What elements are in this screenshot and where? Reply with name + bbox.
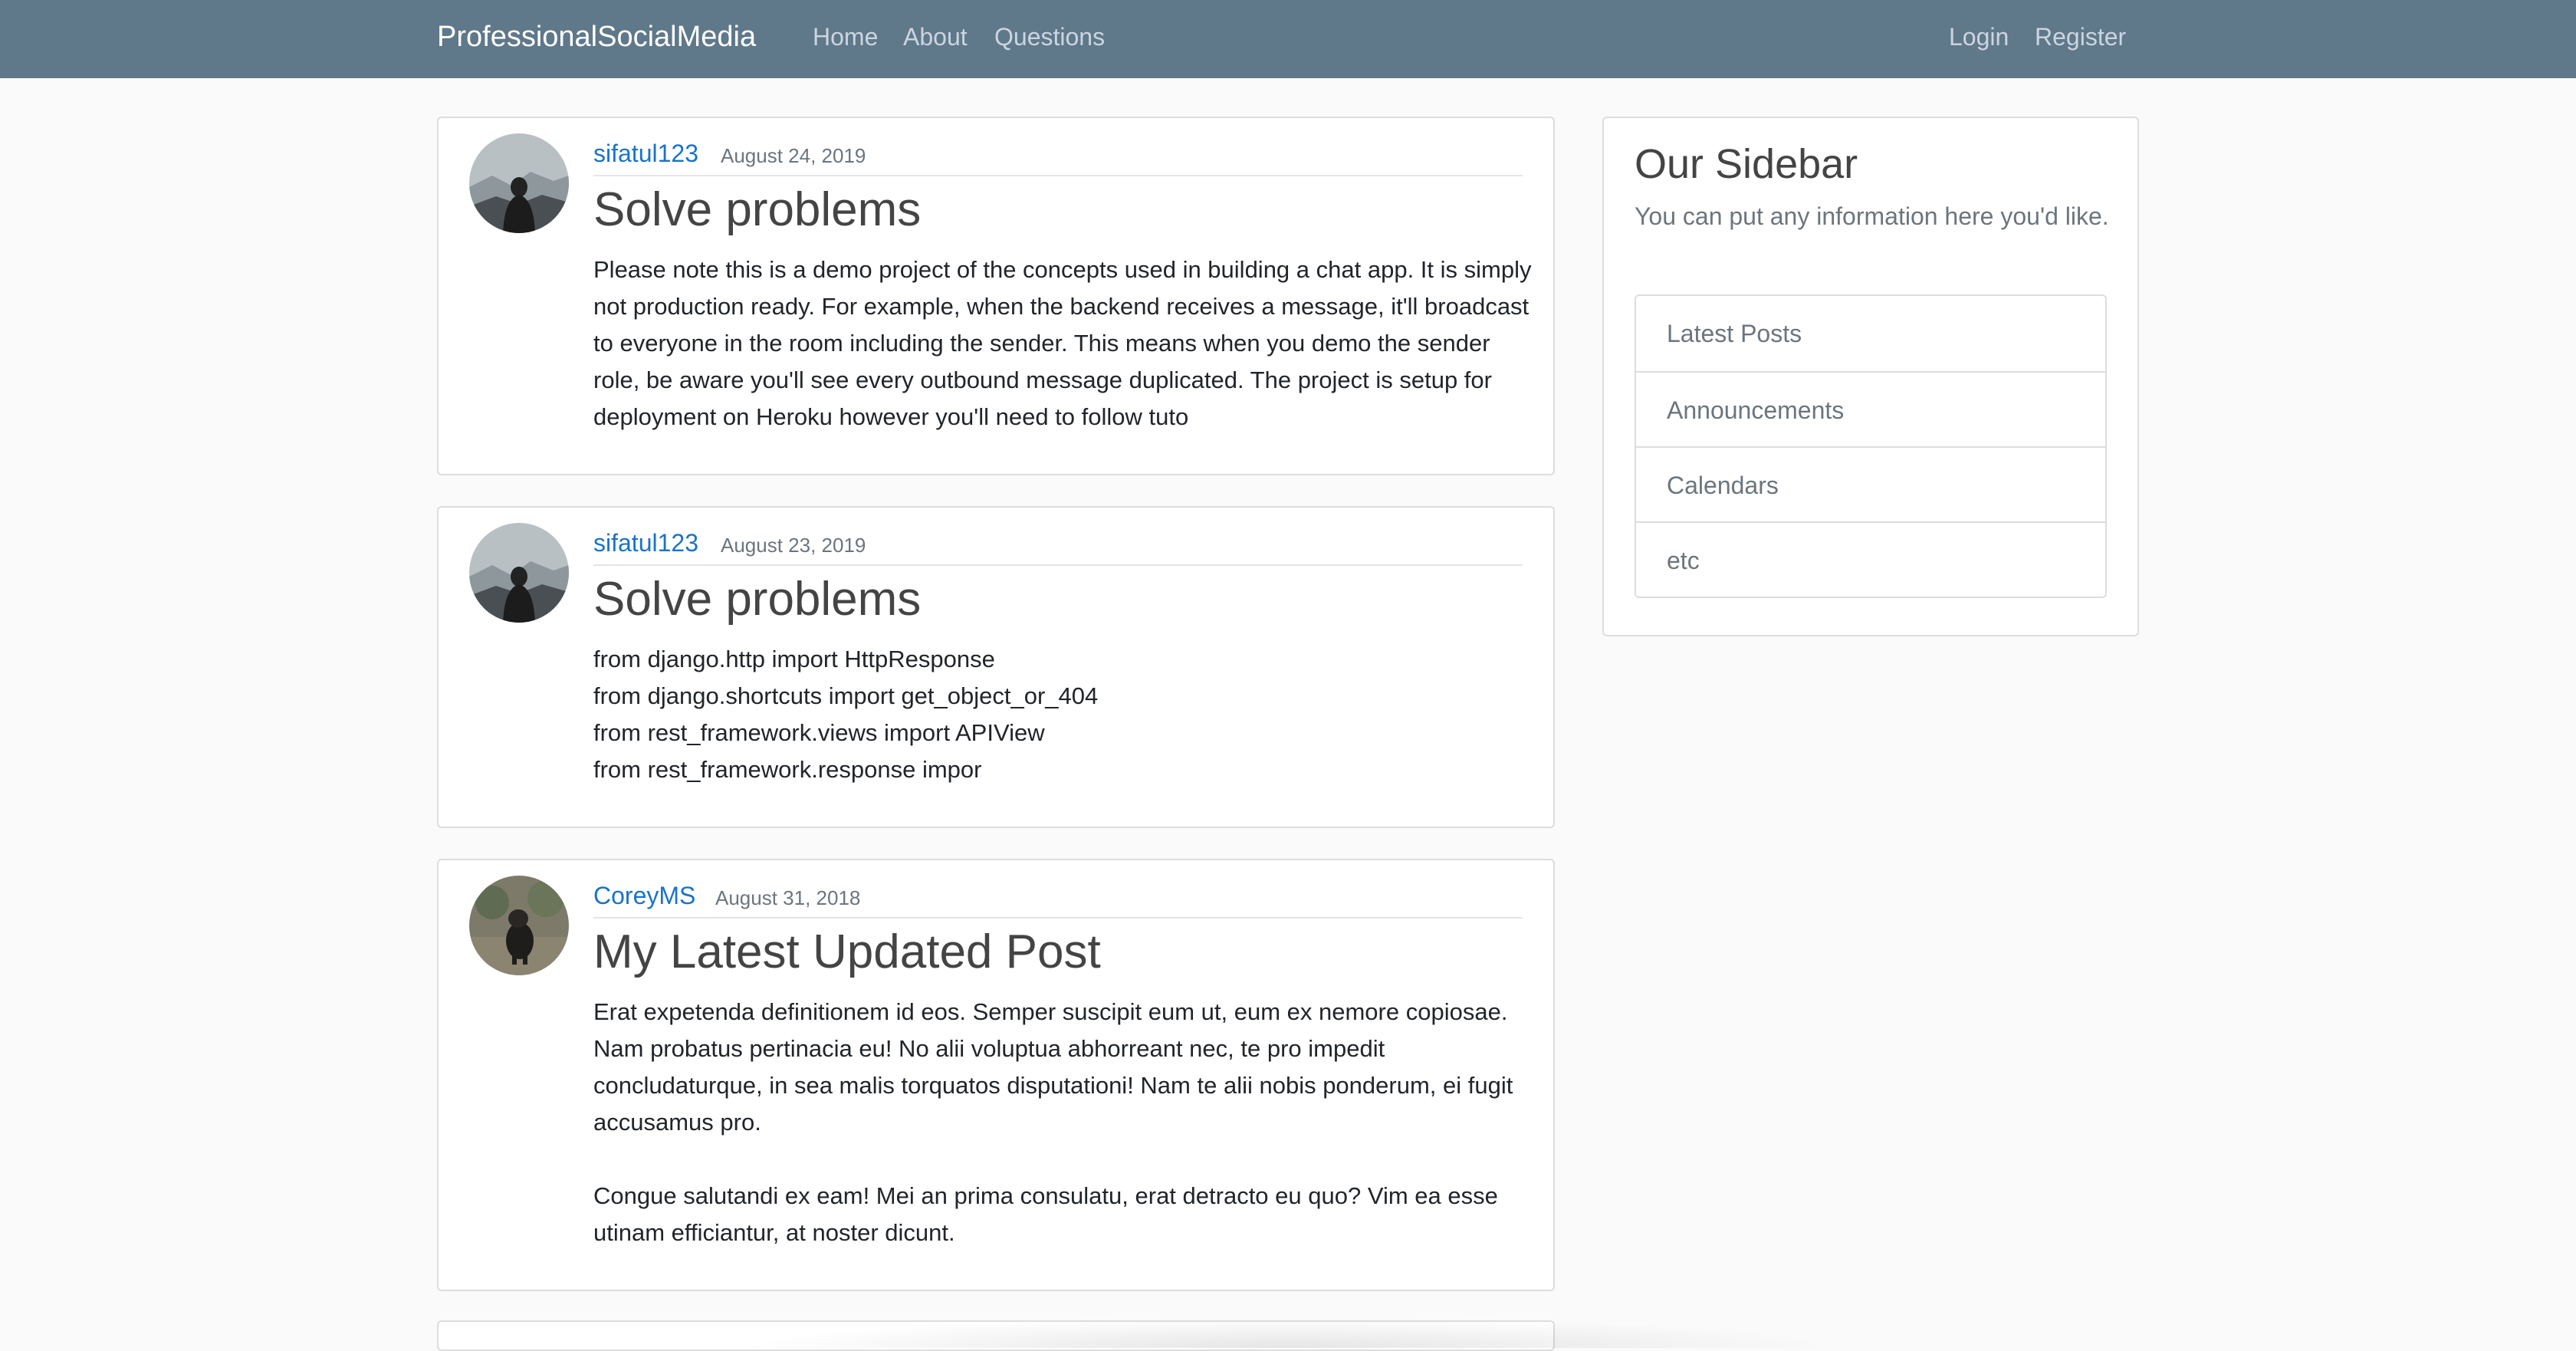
nav-link-questions[interactable]: Questions — [994, 18, 1105, 55]
author-avatar — [469, 523, 569, 623]
sidebar-item-announcements[interactable]: Announcements — [1636, 371, 2105, 446]
post-card: sifatul123 August 23, 2019 Solve problem… — [437, 506, 1555, 828]
post-meta: sifatul123 August 24, 2019 — [593, 135, 1523, 176]
post-card: CoreyMS August 31, 2018 My Latest Update… — [437, 859, 1555, 1291]
post-title[interactable]: My Latest Updated Post — [593, 923, 1101, 981]
post-author-link[interactable]: sifatul123 — [593, 138, 698, 169]
post-content: Please note this is a demo project of th… — [593, 256, 1532, 430]
sidebar-list: Latest Posts Announcements Calendars etc — [1635, 294, 2107, 598]
post-meta: CoreyMS August 31, 2018 — [593, 877, 1523, 919]
scroll-shadow — [736, 1317, 1840, 1348]
mountain-silhouette-avatar-icon — [469, 523, 569, 623]
post-date: August 23, 2019 — [721, 534, 866, 557]
sidebar: Our Sidebar You can put any information … — [1602, 117, 2139, 636]
post-meta: sifatul123 August 23, 2019 — [593, 524, 1523, 566]
post-title[interactable]: Solve problems — [593, 570, 921, 629]
sidebar-item-latest-posts[interactable]: Latest Posts — [1636, 296, 2105, 371]
mountain-silhouette-avatar-icon — [469, 133, 569, 233]
post-author-link[interactable]: CoreyMS — [593, 880, 695, 911]
sidebar-item-calendars[interactable]: Calendars — [1636, 446, 2105, 521]
top-navbar: ProfessionalSocialMedia Home About Quest… — [0, 0, 2576, 78]
sidebar-item-etc[interactable]: etc — [1636, 521, 2105, 597]
post-content: Erat expetenda definitionem id eos. Semp… — [593, 998, 1513, 1246]
post-date: August 24, 2019 — [721, 144, 866, 167]
author-avatar — [469, 133, 569, 233]
brand-link[interactable]: ProfessionalSocialMedia — [437, 18, 756, 55]
post-title[interactable]: Solve problems — [593, 181, 921, 239]
nav-link-about[interactable]: About — [903, 18, 968, 55]
post-author-link[interactable]: sifatul123 — [593, 528, 698, 558]
post-content: from django.http import HttpResponse fro… — [593, 646, 1099, 783]
dog-photo-avatar-icon — [469, 876, 569, 975]
sidebar-description: You can put any information here you'd l… — [1635, 202, 2109, 230]
nav-link-login[interactable]: Login — [1949, 18, 2009, 55]
post-date: August 31, 2018 — [715, 886, 861, 909]
nav-link-register[interactable]: Register — [2035, 18, 2126, 55]
sidebar-title: Our Sidebar — [1635, 141, 1858, 187]
author-avatar — [469, 876, 569, 975]
nav-link-home[interactable]: Home — [813, 18, 878, 55]
post-card: sifatul123 August 24, 2019 Solve problem… — [437, 117, 1555, 475]
